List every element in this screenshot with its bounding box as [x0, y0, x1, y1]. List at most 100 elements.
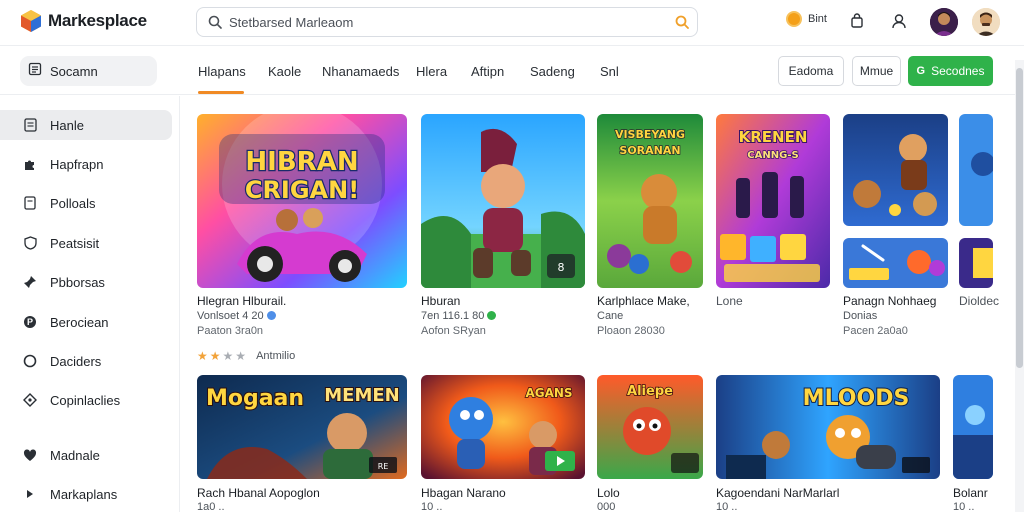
primary-action-button[interactable]: G Secodnes — [908, 56, 993, 86]
verified-icon — [487, 311, 497, 320]
game-meta: Cane — [597, 310, 624, 322]
logo-icon — [20, 9, 42, 33]
puzzle-icon — [22, 156, 38, 172]
sidebar-item-polloals[interactable]: Polloals — [0, 188, 172, 218]
sidebar-item-peatsisit[interactable]: Peatsisit — [0, 228, 172, 258]
game-thumbnail[interactable]: AGANS — [421, 375, 585, 479]
rating-row[interactable]: ★ ★ ★ ★ Antmilio — [197, 349, 295, 363]
tab-kaole[interactable]: Kaole — [268, 47, 301, 95]
game-thumbnail[interactable]: 8 — [421, 114, 585, 288]
avatar-secondary[interactable] — [972, 8, 1000, 36]
svg-text:Aliepe: Aliepe — [627, 384, 673, 399]
game-thumbnail[interactable] — [959, 114, 993, 226]
coin-label: Bint — [808, 13, 827, 25]
star-icon: ★ — [222, 349, 234, 363]
rating-label: Antmilio — [256, 350, 296, 362]
avatar-primary[interactable] — [930, 8, 958, 36]
game-title[interactable]: Hlegran Hlburail. — [197, 294, 286, 308]
doc-icon — [22, 117, 38, 133]
eadoma-button[interactable]: Eadoma — [778, 56, 844, 86]
sidebar-item-label: Polloals — [50, 195, 96, 211]
verified-icon — [266, 311, 276, 320]
tab-hlapans[interactable]: Hlapans — [198, 47, 246, 95]
sidebar-item-hanle[interactable]: Hanle — [0, 110, 172, 140]
sidebar-item-label: Daciders — [50, 353, 102, 369]
game-title[interactable]: Lone — [716, 294, 743, 308]
sidebar-item-pbborsas[interactable]: Pbborsas — [0, 267, 172, 297]
sidebar-item-label: Hanle — [50, 117, 84, 133]
thumbnail-title-line1: HIBRAN — [245, 147, 358, 177]
app-name: Markesplace — [48, 11, 147, 30]
user-icon[interactable] — [888, 10, 910, 32]
star-icon: ★ — [209, 349, 221, 363]
top-header: Markesplace Stetbarsed Marleaom Bint — [0, 0, 1024, 46]
coin-balance[interactable]: Bint — [786, 11, 827, 27]
game-title[interactable]: Hbagan Narano — [421, 486, 506, 500]
game-meta-text: Vonlsoet 4 20 — [197, 310, 264, 322]
app-logo[interactable]: Markesplace — [20, 9, 147, 33]
sidebar-item-markaplans[interactable]: Markaplans — [0, 479, 172, 509]
game-title[interactable]: Karlphlace Make, — [597, 294, 690, 308]
search-input[interactable]: Stetbarsed Marleaom — [229, 15, 667, 30]
tab-sadeng[interactable]: Sadeng — [530, 47, 575, 95]
game-thumbnail[interactable] — [953, 375, 993, 479]
game-thumbnail[interactable]: MLOODS — [716, 375, 940, 479]
chevron-right-icon — [22, 486, 38, 502]
game-publisher: Paaton 3ra0n — [197, 325, 264, 337]
game-thumbnail[interactable] — [843, 238, 948, 288]
circle-p-icon: P — [22, 314, 38, 330]
sidebar-item-madnale[interactable]: Madnale — [0, 440, 172, 470]
game-title[interactable]: Rach Hbanal Aopoglon — [197, 486, 320, 500]
star-icon: ★ — [235, 349, 247, 363]
svg-text:RE: RE — [378, 462, 389, 471]
tab-nhanamaeds[interactable]: Nhanamaeds — [322, 47, 399, 95]
game-thumbnail[interactable] — [959, 238, 993, 288]
game-thumbnail[interactable]: KRENEN CANNG-S — [716, 114, 830, 288]
game-thumbnail[interactable] — [843, 114, 948, 226]
scrollbar[interactable] — [1015, 60, 1024, 512]
game-thumbnail[interactable]: VISBEYANG SORANAN — [597, 114, 703, 288]
game-title[interactable]: Bolanr — [953, 486, 988, 500]
search-submit-icon[interactable] — [667, 15, 697, 29]
content-grid: HIBRAN CRIGAN! Hlegran Hlburail. Vonlsoe… — [181, 96, 1015, 512]
sidebar-item-copinlaclies[interactable]: Copinlaclies — [0, 385, 172, 415]
toolbar-row: Socamn Hlapans Kaole Nhanamaeds Hlera Af… — [0, 47, 1024, 95]
scrollbar-thumb[interactable] — [1016, 68, 1023, 368]
game-thumbnail[interactable]: Aliepe — [597, 375, 703, 479]
ring-icon — [22, 353, 38, 369]
game-meta: 10 .. — [953, 501, 975, 512]
sidebar-item-label: Copinlaclies — [50, 392, 121, 408]
category-tabs: Hlapans Kaole Nhanamaeds Hlera Aftipn Sa… — [196, 47, 622, 95]
game-meta: 7en 116.1 80 — [421, 310, 497, 322]
tab-hlera[interactable]: Hlera — [416, 47, 448, 95]
game-title[interactable]: Lolo — [597, 486, 620, 500]
mmue-button[interactable]: Mmue — [852, 56, 901, 86]
game-thumbnail[interactable]: HIBRAN CRIGAN! — [197, 114, 407, 288]
game-title[interactable]: Dioldec — [959, 294, 999, 308]
game-meta: 10 .. — [716, 501, 738, 512]
svg-text:KRENEN: KRENEN — [739, 128, 808, 146]
tab-aftipn[interactable]: Aftipn — [471, 47, 507, 95]
svg-text:MEMEN: MEMEN — [324, 385, 399, 406]
game-title[interactable]: Panagn Nohhaeg — [843, 294, 936, 308]
sidebar-search[interactable]: Socamn — [20, 56, 157, 86]
search-bar[interactable]: Stetbarsed Marleaom — [196, 7, 698, 37]
primary-action-label: Secodnes — [931, 64, 985, 78]
game-title[interactable]: Hburan — [421, 294, 460, 308]
sidebar-item-daciders[interactable]: Daciders — [0, 346, 172, 376]
bag-icon[interactable] — [846, 10, 868, 32]
sidebar-item-label: Peatsisit — [50, 235, 100, 251]
tab-snl[interactable]: Snl — [600, 47, 622, 95]
svg-text:VISBEYANG: VISBEYANG — [615, 128, 685, 141]
page-icon — [22, 195, 38, 211]
game-meta-text: 7en 116.1 80 — [421, 310, 485, 322]
sidebar-item-hapfrapn[interactable]: Hapfrapn — [0, 149, 172, 179]
sidebar-item-berociean[interactable]: P Berociean — [0, 307, 172, 337]
pin-icon — [22, 274, 38, 290]
game-thumbnail[interactable]: Mogaan MEMEN RE — [197, 375, 407, 479]
search-icon — [201, 8, 229, 36]
game-title[interactable]: Kagoendani NarMarlarl — [716, 486, 839, 500]
svg-text:MLOODS: MLOODS — [803, 386, 910, 411]
game-meta: 10 .. — [421, 501, 443, 512]
coin-icon — [786, 11, 802, 27]
